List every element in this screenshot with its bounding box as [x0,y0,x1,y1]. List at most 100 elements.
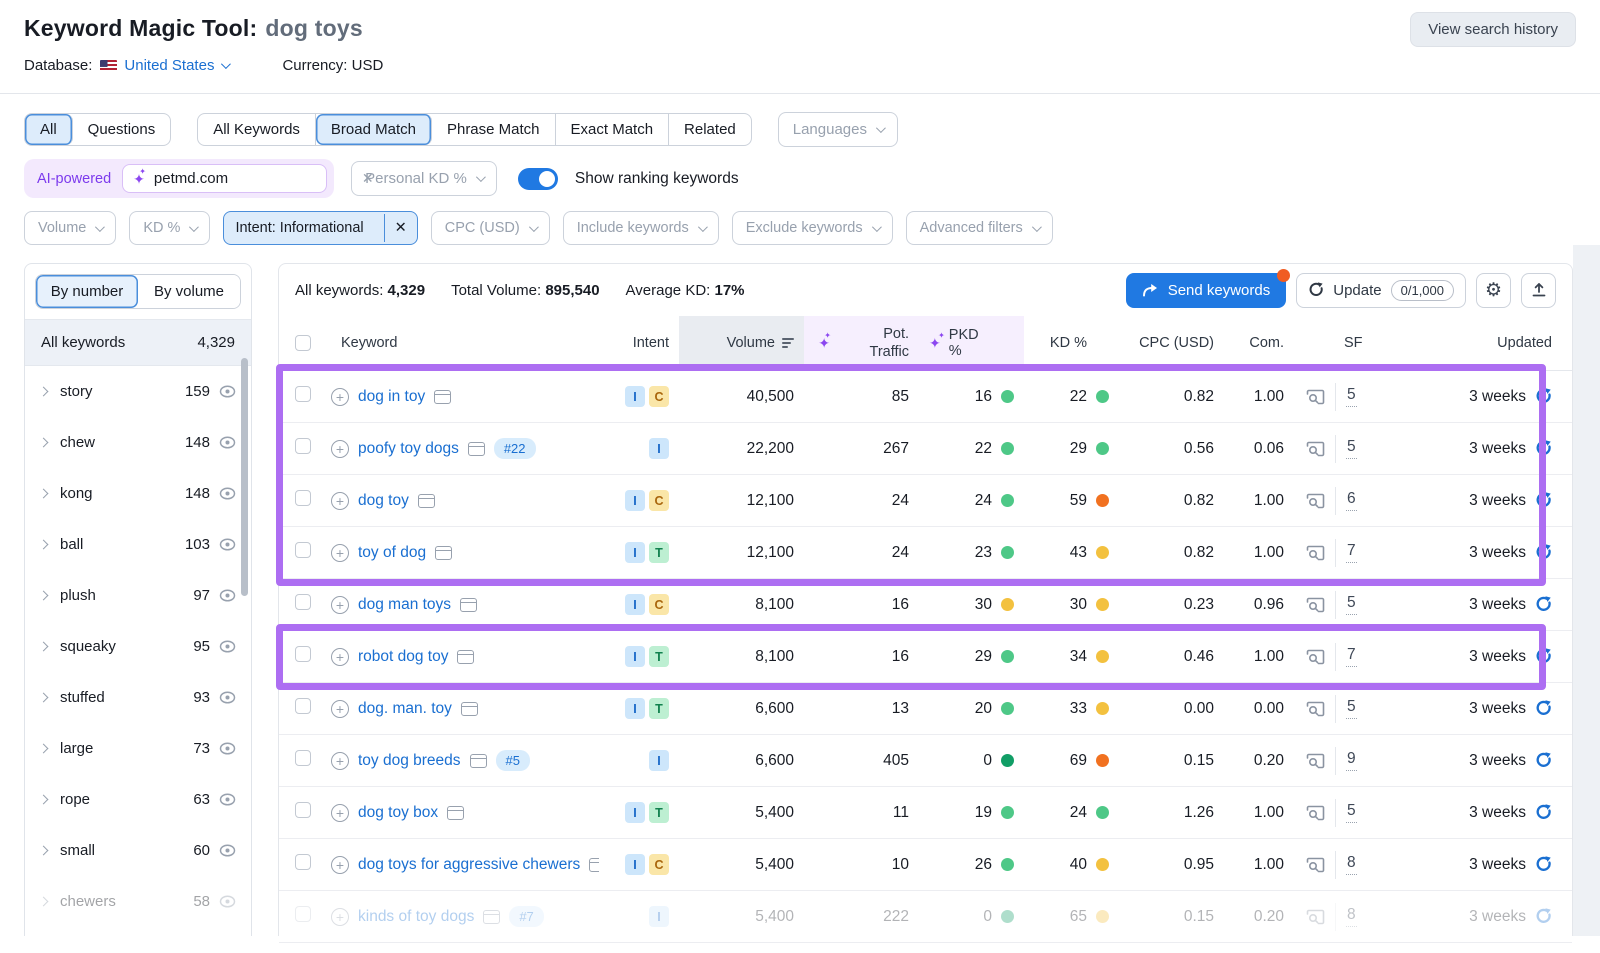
sidebar-group-item[interactable]: rope 63 [25,774,251,825]
eye-icon[interactable] [219,436,236,449]
add-keyword-icon[interactable]: + [331,856,349,874]
export-button[interactable] [1521,273,1556,308]
sidebar-group-item[interactable]: story 159 [25,366,251,417]
eye-icon[interactable] [219,895,236,908]
keyword-link[interactable]: robot dog toy [358,648,448,666]
add-keyword-icon[interactable]: + [331,752,349,770]
tab-exact-match[interactable]: Exact Match [556,114,670,145]
send-keywords-button[interactable]: Send keywords [1126,273,1287,308]
serp-features-icon[interactable] [418,494,435,508]
serp-preview-icon[interactable] [1306,701,1325,717]
domain-search-field[interactable]: ✕ [122,164,327,193]
row-checkbox[interactable] [295,802,311,818]
row-checkbox[interactable] [295,438,311,454]
select-all-checkbox[interactable] [295,335,311,351]
serp-preview-icon[interactable] [1306,909,1325,925]
add-keyword-icon[interactable]: + [331,648,349,666]
ranking-position-badge[interactable]: #5 [496,750,530,771]
row-checkbox[interactable] [295,750,311,766]
col-intent[interactable]: Intent [599,316,679,370]
serp-preview-icon[interactable] [1306,805,1325,821]
serp-preview-icon[interactable] [1306,441,1325,457]
col-volume[interactable]: Volume [679,316,804,370]
serp-preview-icon[interactable] [1306,857,1325,873]
col-keyword[interactable]: Keyword [331,316,599,370]
row-checkbox[interactable] [295,854,311,870]
add-keyword-icon[interactable]: + [331,388,349,406]
keyword-link[interactable]: dog toys for aggressive chewers [358,856,580,874]
tab-all-keywords[interactable]: All Keywords [198,114,316,145]
col-pot-traffic[interactable]: Pot. Traffic [804,316,919,370]
sf-count[interactable]: 5 [1346,438,1357,459]
keyword-link[interactable]: toy dog breeds [358,752,461,770]
serp-preview-icon[interactable] [1306,649,1325,665]
filter-cpc-usd-[interactable]: CPC (USD) [431,211,550,245]
refresh-row-icon[interactable] [1535,700,1552,717]
eye-icon[interactable] [219,793,236,806]
keyword-link[interactable]: kinds of toy dogs [358,908,474,926]
col-sf[interactable]: SF [1294,316,1394,370]
sf-count[interactable]: 6 [1346,490,1357,511]
keyword-link[interactable]: dog man toys [358,596,451,614]
keyword-link[interactable]: poofy toy dogs [358,440,459,458]
sidebar-group-item[interactable]: chew 148 [25,417,251,468]
serp-preview-icon[interactable] [1306,389,1325,405]
serp-preview-icon[interactable] [1306,597,1325,613]
sidebar-all-keywords-row[interactable]: All keywords 4,329 [25,319,251,366]
refresh-row-icon[interactable] [1535,544,1552,561]
col-pkd[interactable]: PKD % [919,316,1024,370]
row-checkbox[interactable] [295,906,311,922]
languages-dropdown[interactable]: Languages [778,112,898,147]
sidebar-group-item[interactable]: plush 97 [25,570,251,621]
filter-exclude-keywords[interactable]: Exclude keywords [732,211,893,245]
sidebar-group-item[interactable]: ball 103 [25,519,251,570]
tab-related[interactable]: Related [669,114,751,145]
serp-features-icon[interactable] [468,442,485,456]
serp-features-icon[interactable] [589,858,599,872]
keyword-link[interactable]: toy of dog [358,544,426,562]
add-keyword-icon[interactable]: + [331,596,349,614]
refresh-row-icon[interactable] [1535,752,1552,769]
eye-icon[interactable] [219,691,236,704]
col-com[interactable]: Com. [1224,316,1294,370]
eye-icon[interactable] [219,487,236,500]
view-search-history-button[interactable]: View search history [1410,12,1576,47]
sidebar-scrollbar[interactable] [241,358,248,596]
ranking-position-badge[interactable]: #22 [494,438,536,459]
sidebar-group-item[interactable]: kong 148 [25,468,251,519]
col-updated[interactable]: Updated [1394,316,1572,370]
serp-features-icon[interactable] [460,598,477,612]
sf-count[interactable]: 5 [1346,594,1357,615]
tab-by-volume[interactable]: By volume [138,275,240,308]
col-cpc[interactable]: CPC (USD) [1119,316,1224,370]
filter-volume[interactable]: Volume [24,211,116,245]
row-checkbox[interactable] [295,386,311,402]
sf-count[interactable]: 8 [1346,906,1357,927]
refresh-row-icon[interactable] [1535,908,1552,925]
tab-broad-match[interactable]: Broad Match [316,114,432,145]
sf-count[interactable]: 5 [1346,802,1357,823]
keyword-link[interactable]: dog. man. toy [358,700,452,718]
eye-icon[interactable] [219,742,236,755]
add-keyword-icon[interactable]: + [331,544,349,562]
sf-count[interactable]: 7 [1346,646,1357,667]
row-checkbox[interactable] [295,646,311,662]
serp-features-icon[interactable] [461,702,478,716]
serp-features-icon[interactable] [434,390,451,404]
sidebar-group-item[interactable]: large 73 [25,723,251,774]
sf-count[interactable]: 9 [1346,750,1357,771]
sidebar-group-item[interactable]: squeaky 95 [25,621,251,672]
row-checkbox[interactable] [295,490,311,506]
serp-features-icon[interactable] [435,546,452,560]
tab-questions[interactable]: Questions [73,114,171,145]
remove-filter-icon[interactable]: ✕ [384,214,417,242]
sidebar-group-item[interactable]: stuffed 93 [25,672,251,723]
refresh-row-icon[interactable] [1535,804,1552,821]
keyword-link[interactable]: dog in toy [358,388,425,406]
add-keyword-icon[interactable]: + [331,908,349,926]
serp-preview-icon[interactable] [1306,493,1325,509]
eye-icon[interactable] [219,385,236,398]
serp-preview-icon[interactable] [1306,545,1325,561]
sf-count[interactable]: 5 [1346,698,1357,719]
eye-icon[interactable] [219,844,236,857]
